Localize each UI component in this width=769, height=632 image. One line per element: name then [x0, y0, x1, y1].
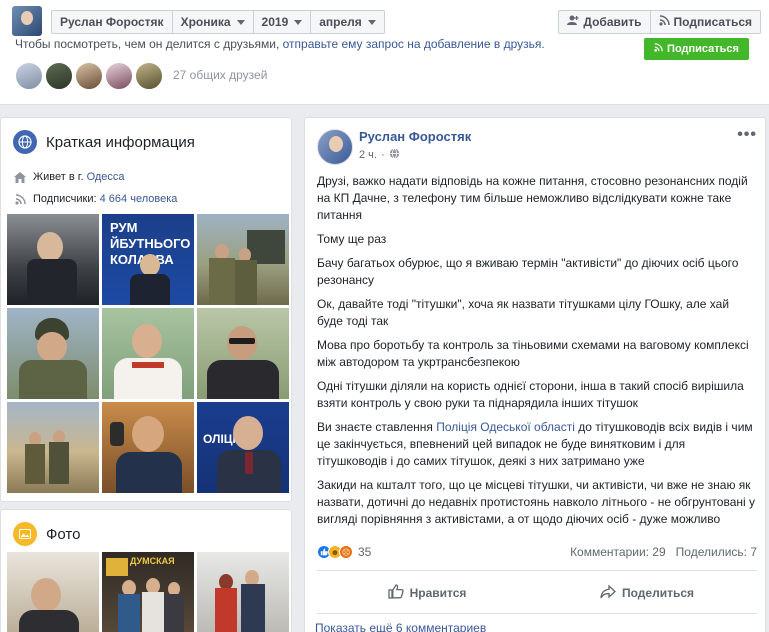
like-label: Нравится — [409, 586, 467, 600]
year-dropdown[interactable]: 2019 — [254, 11, 312, 33]
chevron-down-icon — [236, 19, 245, 25]
city-link[interactable]: Одесса — [87, 171, 125, 183]
lives-in-label: Живет в г. — [33, 171, 87, 183]
intro-header: Краткая информация — [1, 118, 291, 166]
hint-text: Чтобы посмотреть, чем он делится с друзь… — [15, 37, 283, 51]
share-button[interactable]: Поделиться — [537, 578, 757, 608]
post-author-avatar[interactable] — [317, 129, 353, 165]
lives-in-row: Живет в г. Одесса — [1, 166, 291, 188]
month-label: апреля — [319, 15, 362, 29]
police-page-link[interactable]: Поліція Одеської області — [436, 420, 575, 434]
thumbs-up-icon — [387, 584, 404, 602]
featured-photos-grid: РУМЙБУТНЬОГОКОЛАЄВА — [7, 214, 289, 493]
followers-link[interactable]: 4 664 человека — [100, 193, 178, 205]
add-friend-button[interactable]: Добавить — [558, 10, 651, 34]
divider — [317, 613, 757, 614]
post-paragraph: Закиди на кшталт того, що це місцеві тіт… — [317, 478, 756, 526]
post-text: Друзі, важко надати відповідь на кожне п… — [317, 173, 757, 535]
photos-title: Фото — [46, 525, 81, 543]
header-actions: Добавить Подписаться — [558, 10, 761, 34]
share-label: Поделиться — [621, 586, 695, 600]
post-card: Руслан Форостяк 2 ч. · ••• Друзі, важко … — [304, 117, 766, 632]
photo-thumbnail[interactable] — [7, 552, 99, 632]
reactions-count: 35 — [358, 545, 372, 559]
month-dropdown[interactable]: апреля — [311, 11, 384, 33]
featured-photo[interactable]: ОЛІЦІЯ — [197, 402, 289, 493]
timeline-label: Хроника — [180, 15, 231, 29]
friend-avatar[interactable] — [75, 62, 103, 90]
mutual-friends-avatars — [15, 62, 163, 90]
intro-card: Краткая информация Живет в г. Одесса Под… — [0, 117, 292, 502]
featured-photo[interactable] — [102, 402, 194, 493]
angry-reaction-icon: ☹ — [339, 545, 353, 559]
post-meta: 2 ч. · — [359, 148, 400, 162]
friend-avatar[interactable] — [105, 62, 133, 90]
post-actions: Нравится Поделиться — [317, 578, 757, 608]
post-timestamp[interactable]: 2 ч. — [359, 149, 377, 161]
comments-count[interactable]: Комментарии: 29 — [570, 545, 666, 559]
post-paragraph: Мова про боротьбу та контроль за тіньови… — [317, 338, 749, 369]
divider — [317, 570, 757, 571]
add-friend-icon — [567, 15, 580, 29]
follow-label: Подписаться — [673, 15, 752, 29]
photos-header: Фото — [1, 510, 291, 558]
photo-thumbnail[interactable] — [197, 552, 289, 632]
featured-photo[interactable]: РУМЙБУТНЬОГОКОЛАЄВА — [102, 214, 194, 305]
profile-header: Руслан Форостяк Хроника 2019 апреля Доба… — [0, 0, 769, 105]
share-icon — [600, 584, 616, 602]
post-text-span: Ви знаєте ставлення — [317, 420, 437, 434]
photo-icon — [13, 522, 37, 546]
photos-card: Фото ДУМСКАЯ — [0, 509, 292, 632]
rss-icon — [658, 15, 670, 29]
reactions-summary: ☻ ☹ 35 Комментарии: 29 Поделились: 7 — [317, 545, 757, 559]
add-friend-label: Добавить — [583, 15, 642, 29]
common-friends-count[interactable]: 27 общих друзей — [173, 68, 267, 82]
featured-photo[interactable] — [7, 402, 99, 493]
post-paragraph: Ок, давайте тоді "тітушки", хоча як назв… — [317, 297, 730, 328]
subscribe-button[interactable]: Подписаться — [644, 38, 749, 60]
photos-grid: ДУМСКАЯ — [7, 552, 289, 632]
followers-row: Подписчики: 4 664 человека — [1, 188, 291, 210]
more-options-icon[interactable]: ••• — [737, 126, 757, 144]
breadcrumb-profile-name[interactable]: Руслан Форостяк — [52, 11, 173, 33]
post-paragraph: Одні тітушки діляли на користь однієї ст… — [317, 379, 744, 410]
post-paragraph: Ви знаєте ставлення Поліція Одеської обл… — [317, 419, 757, 470]
separator-dot: · — [380, 149, 385, 161]
friend-avatar[interactable] — [15, 62, 43, 90]
post-paragraph: Друзі, важко надати відповідь на кожне п… — [317, 174, 748, 222]
post-paragraph: Тому ще раз — [317, 232, 387, 246]
friend-avatar[interactable] — [135, 62, 163, 90]
show-more-comments-link[interactable]: Показать ещё 6 комментариев — [315, 621, 486, 632]
friend-avatar[interactable] — [45, 62, 73, 90]
chevron-down-icon — [367, 19, 376, 25]
follow-button[interactable]: Подписаться — [650, 10, 761, 34]
chevron-down-icon — [294, 19, 303, 25]
followers-label: Подписчики: — [33, 193, 100, 205]
featured-photo[interactable] — [197, 308, 289, 399]
rss-icon — [654, 43, 663, 55]
featured-photo[interactable] — [102, 308, 194, 399]
featured-photo[interactable] — [7, 214, 99, 305]
featured-photo[interactable] — [197, 214, 289, 305]
globe-icon[interactable] — [389, 148, 400, 162]
photo-thumbnail[interactable]: ДУМСКАЯ — [102, 552, 194, 632]
year-label: 2019 — [261, 15, 289, 29]
subscribe-label: Подписаться — [667, 43, 739, 55]
featured-photo[interactable] — [7, 308, 99, 399]
post-paragraph: Бачу багатьох обурює, що я вживаю термін… — [317, 256, 739, 287]
timeline-dropdown[interactable]: Хроника — [173, 11, 254, 33]
intro-title: Краткая информация — [46, 133, 195, 151]
globe-icon — [13, 130, 37, 154]
friend-request-hint: Чтобы посмотреть, чем он делится с друзь… — [15, 37, 545, 51]
profile-avatar[interactable] — [12, 6, 42, 36]
breadcrumb: Руслан Форостяк Хроника 2019 апреля — [51, 10, 385, 34]
rss-icon — [13, 192, 27, 206]
engagement-counts: Комментарии: 29 Поделились: 7 — [570, 545, 757, 559]
shares-count[interactable]: Поделились: 7 — [676, 545, 757, 559]
home-icon — [13, 170, 27, 184]
like-button[interactable]: Нравится — [317, 578, 537, 608]
post-author-name[interactable]: Руслан Форостяк — [359, 129, 471, 144]
reactions-button[interactable]: ☻ ☹ 35 — [317, 545, 371, 559]
friend-request-link[interactable]: отправьте ему запрос на добавление в дру… — [283, 37, 545, 51]
